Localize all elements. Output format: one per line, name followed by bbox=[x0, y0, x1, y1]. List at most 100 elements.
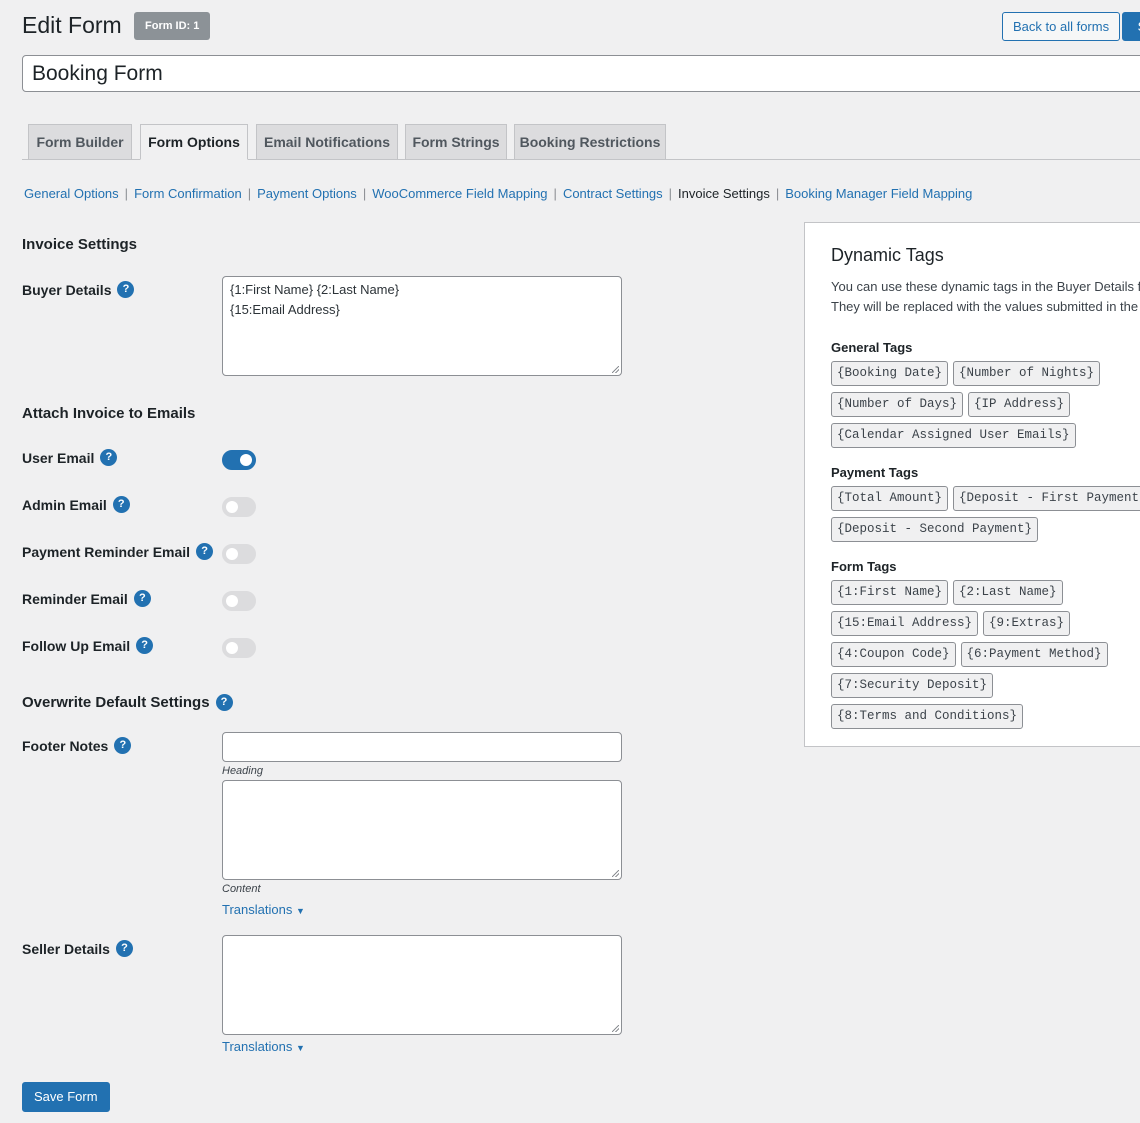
payment-tags-list: {Total Amount} {Deposit - First Payment}… bbox=[831, 486, 1140, 542]
dynamic-tag[interactable]: {8:Terms and Conditions} bbox=[831, 704, 1024, 729]
save-form-button[interactable]: Save Form bbox=[22, 1082, 110, 1112]
dynamic-tags-title: Dynamic Tags bbox=[831, 245, 944, 265]
dynamic-tag[interactable]: {9:Extras} bbox=[983, 611, 1071, 636]
dynamic-tags-description: You can use these dynamic tags in the Bu… bbox=[831, 277, 1140, 317]
help-icon[interactable]: ? bbox=[196, 543, 214, 560]
invoice-settings-heading: Invoice Settings bbox=[22, 236, 138, 253]
subnav-invoice-settings[interactable]: Invoice Settings bbox=[678, 186, 770, 201]
dynamic-tag[interactable]: {Number of Nights} bbox=[953, 361, 1101, 386]
buyer-details-label-text: Buyer Details bbox=[22, 281, 112, 298]
help-icon[interactable]: ? bbox=[133, 590, 151, 607]
payment-reminder-email-toggle[interactable] bbox=[222, 544, 256, 564]
tab-bar: Form Builder Form Options Email Notifica… bbox=[22, 124, 1140, 160]
admin-email-label: Admin Email ? bbox=[22, 496, 130, 513]
help-icon[interactable]: ? bbox=[114, 737, 132, 754]
seller-details-label: Seller Details ? bbox=[22, 940, 133, 957]
tab-form-builder[interactable]: Form Builder bbox=[28, 124, 132, 160]
tab-booking-restrictions[interactable]: Booking Restrictions bbox=[514, 124, 666, 160]
follow-up-email-label: Follow Up Email ? bbox=[22, 637, 154, 654]
back-to-all-forms-button[interactable]: Back to all forms bbox=[1002, 12, 1121, 41]
help-icon[interactable]: ? bbox=[136, 637, 154, 654]
reminder-email-label-text: Reminder Email bbox=[22, 590, 128, 607]
form-id-badge: Form ID: 1 bbox=[134, 12, 211, 40]
dynamic-tag[interactable]: {Number of Days} bbox=[831, 392, 964, 417]
footer-notes-label-text: Footer Notes bbox=[22, 737, 109, 754]
help-icon[interactable]: ? bbox=[100, 449, 118, 466]
footer-translations-link[interactable]: Translations ▼ bbox=[222, 902, 305, 917]
help-icon[interactable]: ? bbox=[112, 496, 130, 513]
user-email-label: User Email ? bbox=[22, 449, 118, 466]
heading-hint: Heading bbox=[222, 765, 263, 777]
subnav-separator: | bbox=[124, 186, 129, 201]
footer-heading-input[interactable] bbox=[222, 732, 622, 762]
dynamic-tag[interactable]: {4:Coupon Code} bbox=[831, 642, 956, 667]
sub-navigation: General Options | Form Confirmation | Paymen… bbox=[24, 186, 972, 201]
caret-down-icon: ▼ bbox=[295, 1043, 305, 1053]
dynamic-tag[interactable]: {Deposit - Second Payment} bbox=[831, 517, 1039, 542]
user-email-label-text: User Email bbox=[22, 449, 95, 466]
save-top-button[interactable]: S bbox=[1122, 12, 1140, 41]
subnav-separator: | bbox=[553, 186, 557, 201]
dynamic-tag[interactable]: {7:Security Deposit} bbox=[831, 673, 994, 698]
subnav-booking-manager-field-mapping[interactable]: Booking Manager Field Mapping bbox=[785, 186, 972, 201]
description-line: You can use these dynamic tags in the Bu… bbox=[831, 279, 1140, 294]
payment-reminder-email-label-text: Payment Reminder Email bbox=[22, 543, 191, 560]
dynamic-tags-panel: Dynamic Tags You can use these dynamic t… bbox=[804, 222, 1140, 747]
dynamic-tag[interactable]: {2:Last Name} bbox=[953, 580, 1063, 605]
toggle-knob bbox=[226, 642, 238, 654]
toggle-knob bbox=[240, 454, 252, 466]
form-tags-title: Form Tags bbox=[831, 559, 897, 574]
dynamic-tag[interactable]: {Total Amount} bbox=[831, 486, 949, 511]
footer-content-textarea[interactable] bbox=[222, 780, 622, 880]
help-icon[interactable]: ? bbox=[215, 694, 233, 711]
dynamic-tag[interactable]: {6:Payment Method} bbox=[960, 642, 1108, 667]
dynamic-tag[interactable]: {1:First Name} bbox=[831, 580, 949, 605]
help-icon[interactable]: ? bbox=[115, 940, 133, 957]
subnav-woocommerce-field-mapping[interactable]: WooCommerce Field Mapping bbox=[372, 186, 547, 201]
subnav-separator: | bbox=[668, 186, 673, 201]
attach-invoice-heading: Attach Invoice to Emails bbox=[22, 405, 196, 422]
toggle-knob bbox=[226, 595, 238, 607]
dynamic-tag[interactable]: {IP Address} bbox=[968, 392, 1071, 417]
subnav-payment-options[interactable]: Payment Options bbox=[257, 186, 357, 201]
payment-reminder-email-label: Payment Reminder Email ? bbox=[22, 543, 214, 560]
overwrite-default-settings-heading: Overwrite Default Settings ? bbox=[22, 694, 233, 711]
buyer-details-textarea[interactable]: {1:First Name} {2:Last Name} {15:Email A… bbox=[222, 276, 622, 376]
seller-details-label-text: Seller Details bbox=[22, 940, 110, 957]
dynamic-tag[interactable]: {Calendar Assigned User Emails} bbox=[831, 423, 1076, 448]
help-icon[interactable]: ? bbox=[117, 281, 135, 298]
subnav-general-options[interactable]: General Options bbox=[24, 186, 119, 201]
seller-translations-link[interactable]: Translations ▼ bbox=[222, 1039, 305, 1054]
dynamic-tag[interactable]: {Booking Date} bbox=[831, 361, 949, 386]
seller-translations-text: Translations bbox=[222, 1039, 293, 1054]
form-tags-list: {1:First Name} {2:Last Name} {15:Email A… bbox=[831, 580, 1140, 729]
payment-tags-title: Payment Tags bbox=[831, 465, 919, 480]
general-tags-list: {Booking Date} {Number of Nights} {Numbe… bbox=[831, 361, 1140, 448]
toggle-knob bbox=[226, 501, 238, 513]
content-hint: Content bbox=[222, 883, 261, 895]
form-title-input[interactable] bbox=[22, 55, 1140, 92]
toggle-knob bbox=[226, 548, 238, 560]
seller-details-textarea[interactable] bbox=[222, 935, 622, 1035]
footer-notes-label: Footer Notes ? bbox=[22, 737, 132, 754]
tab-email-notifications[interactable]: Email Notifications bbox=[256, 124, 398, 160]
dynamic-tag[interactable]: {15:Email Address} bbox=[831, 611, 979, 636]
overwrite-default-settings-text: Overwrite Default Settings bbox=[22, 694, 210, 711]
follow-up-email-toggle[interactable] bbox=[222, 638, 256, 658]
reminder-email-toggle[interactable] bbox=[222, 591, 256, 611]
description-line: They will be replaced with the values su… bbox=[831, 299, 1139, 314]
page-title: Edit Form bbox=[22, 12, 122, 38]
reminder-email-label: Reminder Email ? bbox=[22, 590, 151, 607]
subnav-contract-settings[interactable]: Contract Settings bbox=[563, 186, 663, 201]
dynamic-tag[interactable]: {Deposit - First Payment} bbox=[953, 486, 1140, 511]
buyer-details-label: Buyer Details ? bbox=[22, 281, 135, 298]
subnav-form-confirmation[interactable]: Form Confirmation bbox=[134, 186, 242, 201]
subnav-separator: | bbox=[362, 186, 367, 201]
caret-down-icon: ▼ bbox=[295, 906, 305, 916]
subnav-separator: | bbox=[775, 186, 780, 201]
tab-form-options[interactable]: Form Options bbox=[140, 124, 248, 160]
tab-form-strings[interactable]: Form Strings bbox=[405, 124, 507, 160]
user-email-toggle[interactable] bbox=[222, 450, 256, 470]
follow-up-email-label-text: Follow Up Email bbox=[22, 637, 131, 654]
admin-email-toggle[interactable] bbox=[222, 497, 256, 517]
